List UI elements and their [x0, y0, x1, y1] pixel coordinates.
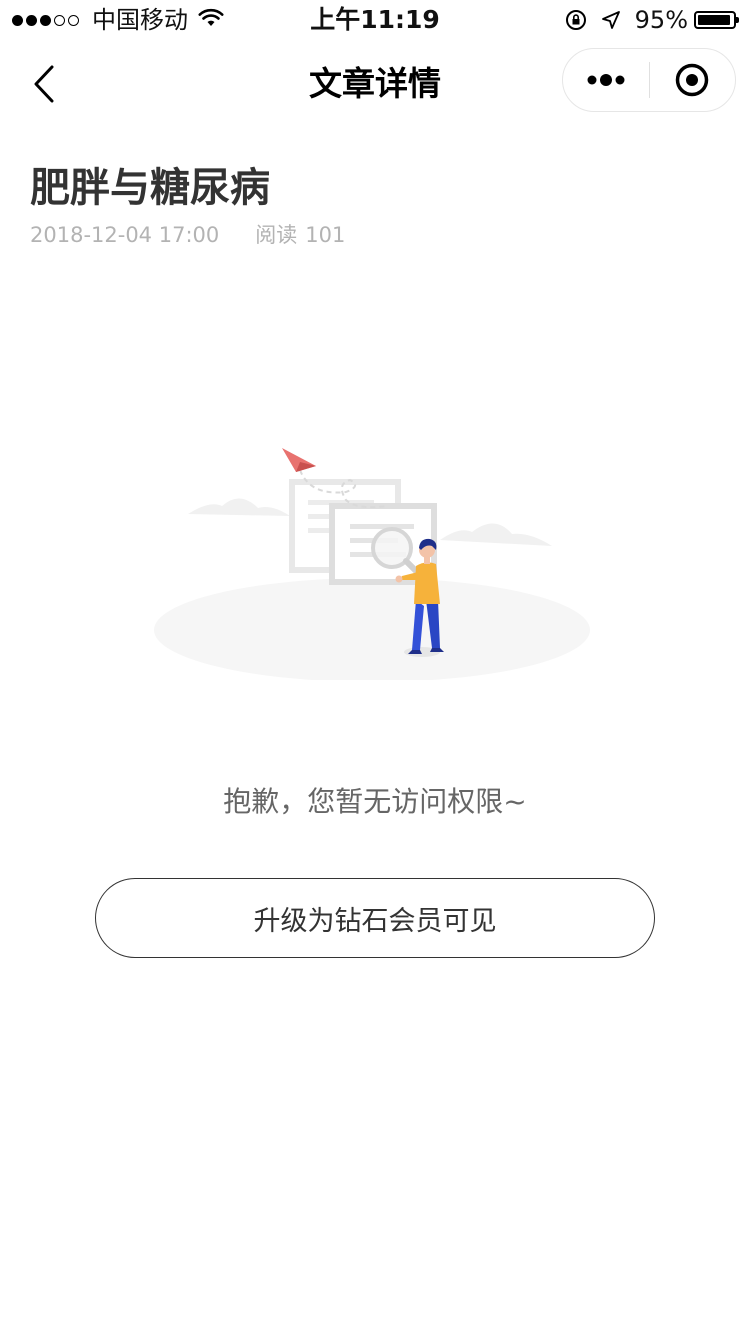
no-permission-illustration [150, 440, 600, 682]
location-arrow-icon [601, 10, 621, 30]
read-count-value: 101 [305, 223, 346, 247]
mini-program-capsule [562, 48, 736, 112]
nav-bar: 文章详情 [0, 40, 750, 128]
more-button[interactable] [563, 49, 649, 111]
more-dots-icon [587, 74, 625, 86]
upgrade-diamond-member-button[interactable]: 升级为钻石会员可见 [95, 878, 655, 958]
battery-level [698, 15, 731, 25]
no-permission-message: 抱歉，您暂无访问权限~ [223, 785, 527, 818]
target-close-icon [676, 63, 709, 97]
read-count: 阅读 101 [255, 220, 345, 250]
battery-percent: 95% [634, 6, 688, 34]
rotation-lock-icon [565, 9, 587, 31]
article-title: 肥胖与糖尿病 [30, 165, 270, 211]
upgrade-button-label: 升级为钻石会员可见 [253, 905, 497, 937]
publish-date: 2018-12-04 17:00 [30, 223, 220, 247]
read-label: 阅读 [255, 223, 298, 247]
battery-icon [694, 11, 739, 29]
close-button[interactable] [650, 49, 736, 111]
article-meta: 2018-12-04 17:00 阅读 101 [30, 220, 345, 250]
status-bar: 中国移动 上午11:19 95% [0, 0, 750, 40]
status-right: 95% [565, 4, 739, 36]
